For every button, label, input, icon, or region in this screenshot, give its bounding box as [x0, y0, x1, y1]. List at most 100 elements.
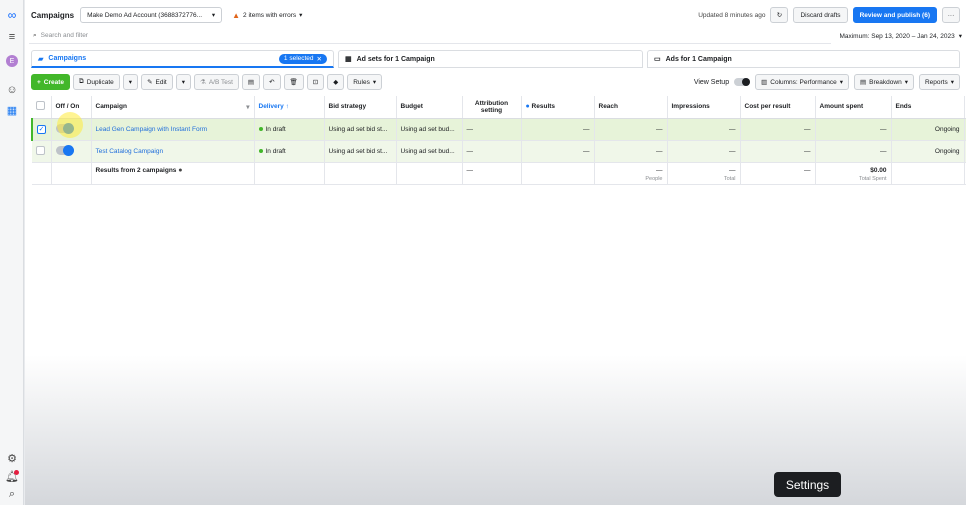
chevron-down-icon: ▾ [839, 79, 844, 86]
clipboard-icon: ▤ [247, 79, 255, 86]
col-cost-per-result[interactable]: Cost per result [740, 96, 816, 119]
attribution-cell: — [462, 118, 522, 141]
bid-strategy-cell: Using ad set bid st... [324, 140, 397, 163]
gear-icon[interactable]: ⚙ [4, 451, 20, 465]
tab-campaigns[interactable]: ▰ Campaigns 1 selected ✕ [31, 50, 334, 68]
col-delivery[interactable]: Delivery ↑ [254, 96, 325, 119]
status-dot [258, 127, 263, 131]
top-bar: Campaigns Make Demo Ad Account (36883727… [25, 4, 966, 26]
breakdown-button[interactable]: ▤ Breakdown ▾ [854, 74, 914, 90]
search-input[interactable]: ⌕ Search and filter [29, 28, 832, 44]
left-rail: ∞ ≡ E ☺ ▦ ⚙ 🔔︎ ⌕ [0, 0, 24, 505]
selected-chip[interactable]: 1 selected ✕ [278, 53, 327, 64]
row-checkbox[interactable]: ✓ [37, 124, 46, 134]
status-dot [258, 149, 263, 153]
campaign-name-link[interactable]: Lead Gen Campaign with Instant Form [91, 118, 255, 141]
chevron-down-icon: ▾ [950, 79, 954, 86]
duplicate-button[interactable]: ⧉ Duplicate [73, 74, 120, 90]
bell-icon[interactable]: 🔔︎ [4, 469, 20, 483]
amount-spent-cell: — [815, 140, 892, 163]
col-reach[interactable]: Reach [594, 96, 668, 119]
breakdown-icon: ▤ [860, 79, 867, 86]
errors-dropdown[interactable]: ▲ 2 items with errors ▾ [232, 11, 302, 20]
summary-attribution: — [462, 162, 522, 185]
ab-test-button[interactable]: ⚗ A/B Test [193, 74, 239, 90]
ends-cell: Ongoing [891, 118, 965, 141]
col-bid-strategy[interactable]: Bid strategy [324, 96, 397, 119]
amount-spent-cell: — [815, 118, 892, 141]
delete-button[interactable]: 🗑︎ [283, 74, 304, 90]
preview-button[interactable]: ⊡ [306, 74, 325, 90]
rules-button[interactable]: Rules ▾ [347, 74, 383, 90]
refresh-button[interactable]: ↻ [770, 7, 789, 23]
col-attribution[interactable]: Attribution setting [462, 96, 522, 119]
chevron-down-icon: ▾ [246, 103, 250, 111]
avatar[interactable]: E [4, 54, 20, 68]
more-button[interactable]: ··· [942, 7, 960, 23]
tag-button[interactable]: ◆ [327, 74, 345, 90]
delivery-status: In draft [265, 125, 286, 133]
folder-icon: ▰ [38, 55, 44, 63]
chevron-down-icon: ▾ [904, 79, 908, 86]
review-publish-button[interactable]: Review and publish (6) [852, 7, 937, 23]
settings-tooltip: Settings [774, 472, 841, 497]
undo-button[interactable]: ↶ [263, 74, 281, 90]
impressions-cell: — [667, 140, 741, 163]
undo-icon: ↶ [269, 79, 275, 86]
edit-dropdown[interactable]: ▾ [175, 74, 191, 90]
col-impressions[interactable]: Impressions [667, 96, 741, 119]
edit-button[interactable]: ✎ Edit [141, 74, 173, 90]
select-all-cell[interactable] [32, 96, 52, 119]
archive-button[interactable]: ▤ [241, 74, 261, 90]
discard-drafts-button[interactable]: Discard drafts [793, 7, 848, 23]
adsets-grid-icon: ▦ [345, 56, 352, 63]
search-icon[interactable]: ⌕ [4, 487, 20, 501]
tab-adsets[interactable]: ▦ Ad sets for 1 Campaign [338, 50, 643, 68]
table-row[interactable]: ✓ Lead Gen Campaign with Instant Form In… [31, 118, 966, 141]
cost-per-result-cell: — [740, 140, 816, 163]
col-amount-spent[interactable]: Amount spent [815, 96, 892, 119]
view-setup-toggle[interactable] [734, 78, 751, 86]
columns-button[interactable]: ▥ Columns: Performance ▾ [755, 74, 850, 90]
campaign-name-link[interactable]: Test Catalog Campaign [91, 140, 255, 163]
smiley-icon[interactable]: ☺ [4, 83, 20, 97]
date-range-picker[interactable]: Maximum: Sep 13, 2020 – Jan 24, 2023 ▾ [839, 32, 962, 41]
bid-strategy-cell: Using ad set bid st... [324, 118, 397, 141]
info-icon[interactable]: ● [178, 167, 182, 174]
col-results[interactable]: ● Results [521, 96, 595, 119]
flask-icon: ⚗ [199, 79, 206, 86]
delivery-status: In draft [265, 147, 286, 155]
reports-button[interactable]: Reports ▾ [918, 74, 960, 90]
table-row[interactable]: Test Catalog Campaign In draft Using ad … [32, 140, 966, 163]
preview-icon: ⊡ [312, 79, 319, 86]
warning-icon: ▲ [232, 10, 241, 20]
col-ends[interactable]: Ends [891, 96, 965, 119]
trash-icon: 🗑︎ [289, 79, 298, 86]
col-budget[interactable]: Budget [396, 96, 463, 119]
meta-icon[interactable]: ∞ [4, 8, 20, 22]
top-actions: Updated 8 minutes ago ↻ Discard drafts R… [698, 4, 960, 26]
select-all-checkbox[interactable] [36, 101, 45, 111]
create-button[interactable]: + Create [31, 74, 71, 90]
attribution-cell: — [462, 140, 522, 163]
refresh-icon: ↻ [776, 12, 783, 19]
duplicate-dropdown[interactable]: ▾ [122, 74, 139, 90]
menu-icon[interactable]: ≡ [4, 30, 20, 44]
account-selector[interactable]: Make Demo Ad Account (3688372776... ▾ [80, 7, 223, 23]
info-icon: ● [525, 103, 530, 111]
close-icon[interactable]: ✕ [317, 55, 322, 63]
col-campaign[interactable]: Campaign ▾ [91, 96, 255, 119]
col-offon[interactable]: Off / On [51, 96, 92, 119]
summary-row: Results from 2 campaigns ● — — People — To… [32, 162, 966, 185]
results-cell: — [521, 140, 595, 163]
campaign-toggle[interactable] [55, 144, 74, 156]
reach-cell: — [594, 118, 668, 141]
main-panel: Campaigns Make Demo Ad Account (36883727… [25, 0, 966, 505]
grid-table-icon[interactable]: ▦ [4, 103, 20, 117]
tab-ads[interactable]: ▭ Ads for 1 Campaign [647, 50, 960, 68]
ad-icon: ▭ [654, 56, 661, 63]
pencil-icon: ✎ [147, 79, 153, 86]
ends-cell: Ongoing [891, 140, 965, 163]
row-checkbox[interactable] [36, 145, 45, 155]
campaign-toggle[interactable] [55, 122, 74, 134]
